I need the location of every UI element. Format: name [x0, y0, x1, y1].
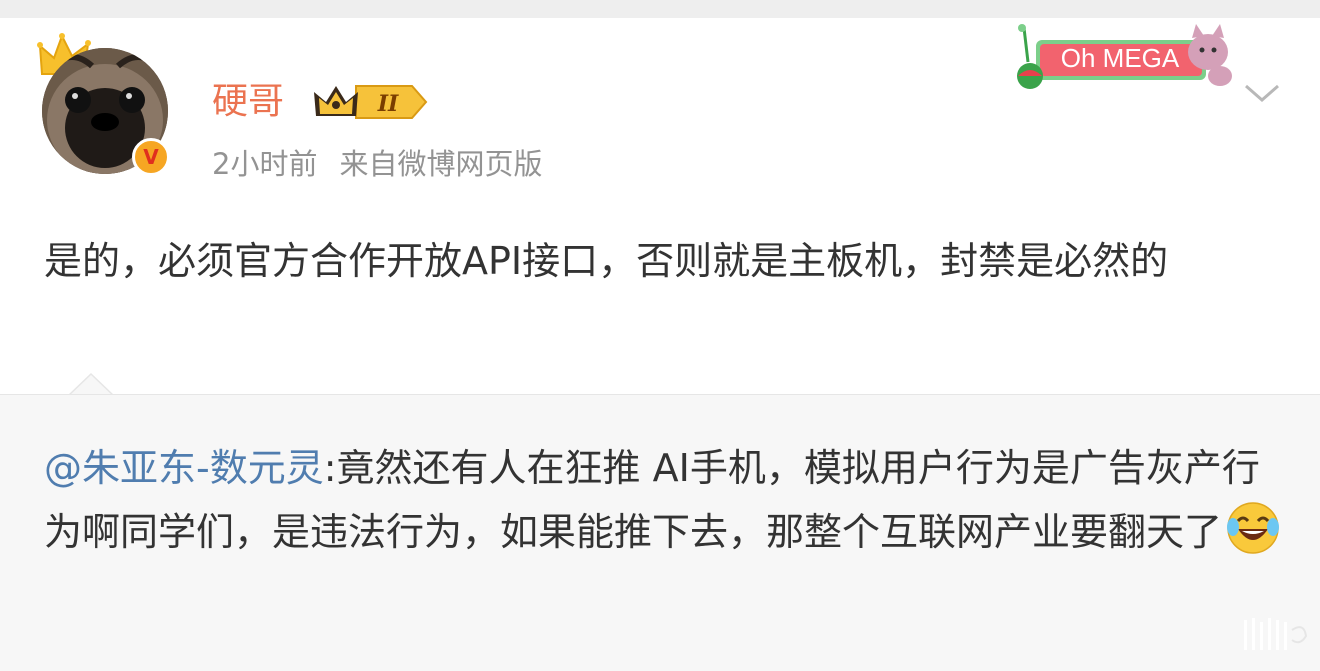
- laugh-cry-emoji-icon: [1227, 502, 1280, 554]
- mention-link[interactable]: @朱亚东-数元灵: [44, 446, 324, 490]
- avatar-container[interactable]: V: [28, 30, 178, 180]
- vip-level-label: II: [377, 91, 399, 117]
- vip-crown-badge-icon[interactable]: II: [312, 82, 428, 122]
- top-divider-strip: [0, 0, 1320, 18]
- weibo-watermark-icon: [1244, 618, 1308, 650]
- verified-v-icon: V: [132, 138, 170, 176]
- chevron-down-icon[interactable]: [1240, 78, 1284, 108]
- banner-label: Oh MEGA: [1060, 43, 1180, 73]
- username[interactable]: 硬哥: [212, 78, 284, 126]
- post-time[interactable]: 2小时前: [212, 147, 317, 181]
- post-text: 是的，必须官方合作开放API接口，否则就是主板机，封禁是必然的: [44, 239, 1169, 283]
- quoted-post-text: @朱亚东-数元灵:竟然还有人在狂推 AI手机，模拟用户行为是广告灰产行为啊同学们…: [44, 436, 1294, 564]
- quote-separator: :: [323, 446, 337, 490]
- quote-pointer: [68, 372, 114, 396]
- post-meta: 2小时前 来自微博网页版: [212, 146, 542, 182]
- post-source[interactable]: 来自微博网页版: [339, 147, 542, 181]
